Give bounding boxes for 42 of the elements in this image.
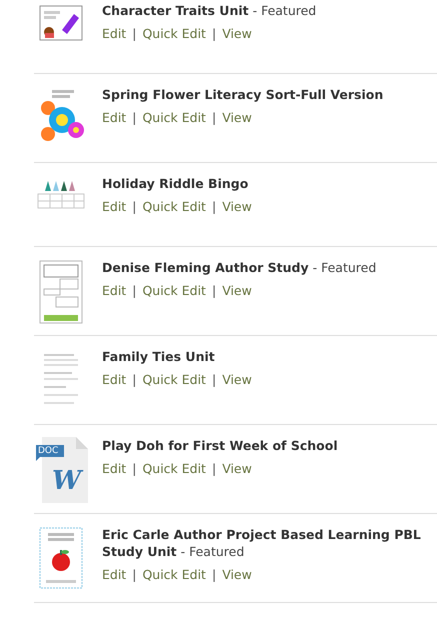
action-link[interactable]: Quick Edit [142,198,206,217]
action-link[interactable]: Edit [102,566,126,585]
action-link[interactable]: Quick Edit [142,371,206,390]
action-link[interactable]: Quick Edit [142,566,206,585]
action-link[interactable]: Quick Edit [142,282,206,301]
link-separator: | [212,460,216,478]
action-link[interactable]: Edit [102,371,126,390]
action-link[interactable]: Quick Edit [142,460,206,479]
link-separator: | [132,371,136,389]
link-separator: | [212,198,216,216]
action-link[interactable]: View [222,371,252,390]
link-separator: | [212,282,216,300]
link-separator: | [132,198,136,216]
action-link[interactable]: Edit [102,198,126,217]
item-title: Spring Flower Literacy Sort-Full Version [102,86,384,103]
link-separator: | [132,109,136,127]
item-title: Play Doh for First Week of School [102,437,338,454]
action-link[interactable]: View [222,566,252,585]
action-link[interactable]: View [222,282,252,301]
action-link[interactable]: Edit [102,460,126,479]
action-link[interactable]: Edit [102,109,126,128]
item-title: Denise Fleming Author Study - Featured [102,259,376,276]
action-link[interactable]: View [222,109,252,128]
link-separator: | [132,566,136,584]
item-title: Character Traits Unit - Featured [102,2,316,19]
link-separator: | [132,282,136,300]
link-separator: | [212,566,216,584]
link-separator: | [132,25,136,43]
item-title: Eric Carle Author Project Based Learning PBL Study Unit - Featured [102,526,422,560]
link-separator: | [212,25,216,43]
link-separator: | [212,109,216,127]
action-link[interactable]: Quick Edit [142,109,206,128]
action-link[interactable]: Quick Edit [142,25,206,44]
action-link[interactable]: View [222,25,252,44]
link-separator: | [132,460,136,478]
item-title: Holiday Riddle Bingo [102,175,250,192]
action-link[interactable]: View [222,198,252,217]
action-link[interactable]: View [222,460,252,479]
action-link[interactable]: Edit [102,282,126,301]
action-link[interactable]: Edit [102,25,126,44]
link-separator: | [212,371,216,389]
item-title: Family Ties Unit [102,348,216,365]
